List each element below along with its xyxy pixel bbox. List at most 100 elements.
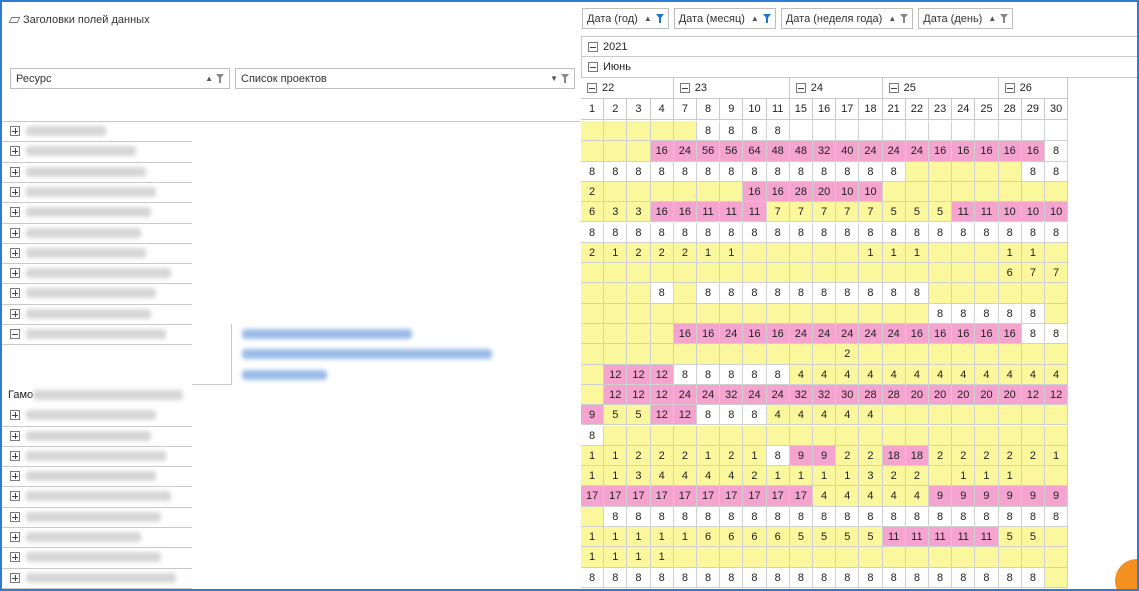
- data-cell[interactable]: 8: [813, 283, 837, 304]
- collapse-icon[interactable]: [588, 62, 598, 72]
- data-cell[interactable]: [697, 263, 721, 284]
- data-cell[interactable]: 2: [627, 242, 651, 264]
- data-cell[interactable]: [673, 283, 697, 304]
- data-cell[interactable]: 8: [952, 303, 976, 324]
- data-cell[interactable]: 1: [1045, 445, 1069, 467]
- data-cell[interactable]: 8: [789, 161, 813, 182]
- data-cell[interactable]: [836, 547, 860, 568]
- resource-row-header[interactable]: [2, 182, 156, 202]
- data-cell[interactable]: 4: [1021, 364, 1045, 385]
- day-header[interactable]: 29: [1021, 99, 1045, 120]
- sort-asc-icon[interactable]: ▲: [205, 74, 213, 83]
- data-cell[interactable]: 8: [766, 121, 790, 142]
- data-cell[interactable]: 24: [813, 324, 837, 345]
- data-cell[interactable]: 4: [859, 486, 883, 507]
- data-cell[interactable]: 4: [813, 405, 837, 426]
- day-header[interactable]: 3: [627, 99, 651, 120]
- data-cell[interactable]: 8: [813, 161, 837, 182]
- data-cell[interactable]: [905, 547, 929, 568]
- data-cell[interactable]: 8: [789, 222, 813, 243]
- data-cell[interactable]: [1045, 425, 1069, 446]
- data-cell[interactable]: 1: [697, 445, 721, 467]
- day-header[interactable]: 9: [720, 99, 744, 120]
- data-cell[interactable]: 8: [1021, 303, 1045, 324]
- data-cell[interactable]: 1: [1021, 242, 1045, 264]
- data-cell[interactable]: 8: [789, 506, 813, 527]
- data-cell[interactable]: [743, 425, 767, 446]
- data-cell[interactable]: [650, 324, 674, 345]
- data-cell[interactable]: 24: [905, 141, 929, 162]
- data-cell[interactable]: 8: [697, 405, 721, 426]
- data-cell[interactable]: 8: [1045, 161, 1069, 182]
- week-header-24[interactable]: 24: [789, 78, 883, 99]
- data-cell[interactable]: 8: [813, 222, 837, 243]
- data-cell[interactable]: [604, 181, 628, 203]
- data-cell[interactable]: 16: [766, 324, 790, 345]
- data-cell[interactable]: 11: [952, 202, 976, 223]
- data-cell[interactable]: 1: [627, 527, 651, 548]
- data-cell[interactable]: [720, 425, 744, 446]
- data-cell[interactable]: 8: [929, 567, 953, 588]
- data-cell[interactable]: 20: [813, 181, 837, 203]
- data-cell[interactable]: 5: [1021, 527, 1045, 548]
- data-cell[interactable]: 48: [789, 141, 813, 162]
- data-cell[interactable]: 3: [627, 202, 651, 223]
- data-cell[interactable]: 1: [789, 466, 813, 487]
- data-cell[interactable]: 8: [743, 222, 767, 243]
- data-cell[interactable]: 8: [650, 567, 674, 588]
- data-cell[interactable]: 24: [882, 141, 906, 162]
- data-cell[interactable]: 7: [766, 202, 790, 223]
- data-cell[interactable]: 4: [836, 405, 860, 426]
- data-cell[interactable]: 8: [766, 283, 790, 304]
- data-cell[interactable]: [1045, 527, 1069, 548]
- data-cell[interactable]: [1045, 242, 1069, 264]
- data-cell[interactable]: [952, 181, 976, 203]
- data-cell[interactable]: 3: [859, 466, 883, 487]
- day-header[interactable]: 4: [650, 99, 674, 120]
- data-cell[interactable]: 12: [1021, 384, 1045, 406]
- data-cell[interactable]: [998, 425, 1022, 446]
- data-cell[interactable]: 48: [766, 141, 790, 162]
- data-cell[interactable]: 11: [720, 202, 744, 223]
- data-cell[interactable]: 17: [673, 486, 697, 507]
- data-cell[interactable]: 20: [952, 384, 976, 406]
- data-cell[interactable]: 2: [952, 445, 976, 467]
- data-cell[interactable]: 16: [975, 324, 999, 345]
- data-cell[interactable]: [650, 181, 674, 203]
- resource-row-header[interactable]: [2, 121, 106, 141]
- day-header[interactable]: 22: [905, 99, 929, 120]
- data-cell[interactable]: 8: [836, 283, 860, 304]
- data-cell[interactable]: [952, 283, 976, 304]
- data-cell[interactable]: 11: [743, 202, 767, 223]
- data-cell[interactable]: [789, 263, 813, 284]
- data-cell[interactable]: 24: [859, 324, 883, 345]
- data-cell[interactable]: 28: [882, 384, 906, 406]
- data-cell[interactable]: 12: [627, 384, 651, 406]
- data-cell[interactable]: [604, 283, 628, 304]
- data-cell[interactable]: [1021, 547, 1045, 568]
- data-cell[interactable]: 2: [673, 242, 697, 264]
- sort-desc-icon[interactable]: ▼: [550, 74, 558, 83]
- data-cell[interactable]: 24: [882, 324, 906, 345]
- data-cell[interactable]: 16: [743, 181, 767, 203]
- data-cell[interactable]: 10: [836, 181, 860, 203]
- data-cell[interactable]: 56: [720, 141, 744, 162]
- data-cell[interactable]: 8: [673, 364, 697, 385]
- sort-asc-icon[interactable]: ▲: [988, 14, 996, 23]
- data-cell[interactable]: [650, 303, 674, 324]
- data-cell[interactable]: 16: [929, 141, 953, 162]
- collapse-icon[interactable]: [1004, 83, 1015, 93]
- data-cell[interactable]: 8: [998, 567, 1022, 588]
- data-cell[interactable]: 7: [1045, 263, 1069, 284]
- resource-row-header[interactable]: [2, 243, 146, 263]
- data-cell[interactable]: 8: [650, 283, 674, 304]
- data-cell[interactable]: 1: [650, 527, 674, 548]
- data-cell[interactable]: 8: [975, 506, 999, 527]
- resource-row-header[interactable]: [2, 446, 166, 466]
- data-cell[interactable]: [929, 181, 953, 203]
- data-cell[interactable]: [929, 242, 953, 264]
- data-cell[interactable]: 5: [882, 202, 906, 223]
- data-cell[interactable]: 8: [1045, 141, 1069, 162]
- data-cell[interactable]: [789, 303, 813, 324]
- filter-icon[interactable]: [1000, 14, 1009, 23]
